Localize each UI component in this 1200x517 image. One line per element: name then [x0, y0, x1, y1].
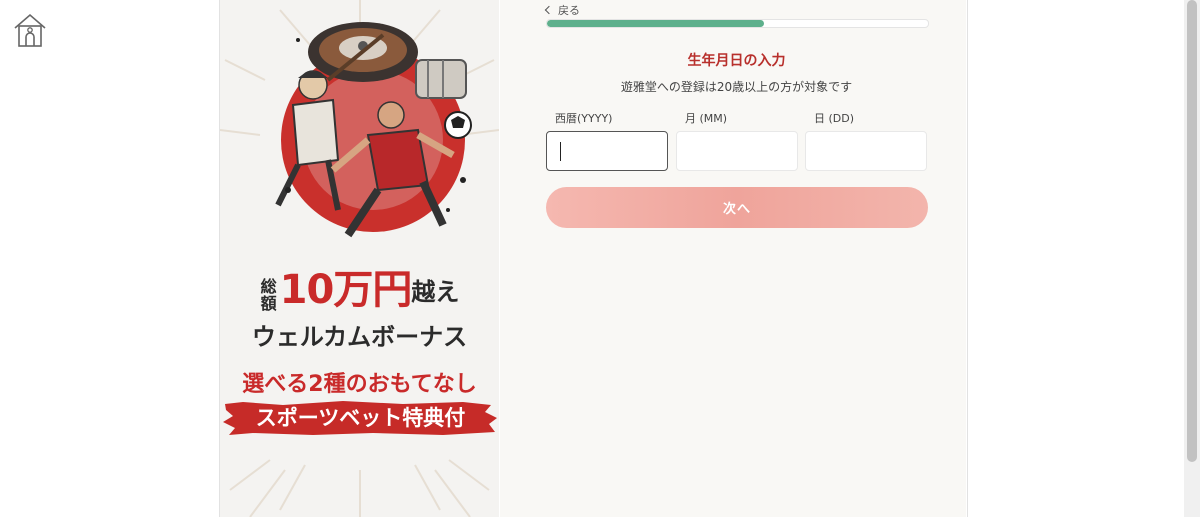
page-scrollbar[interactable] — [1184, 0, 1200, 517]
progress-fill — [547, 20, 765, 27]
house-icon[interactable] — [12, 12, 48, 48]
bonus-amount: 10万円 — [279, 267, 413, 313]
signup-frame: 総額 10万円越え ウェルカムボーナス 選べる2種のおもてなし スポーツベット特… — [219, 0, 968, 517]
month-input-box — [676, 131, 798, 171]
form-subtitle: 遊雅堂への登録は20歳以上の方が対象です — [620, 80, 853, 94]
year-input-box — [546, 131, 668, 171]
bonus-headline: 総額 10万円越え — [220, 268, 499, 312]
day-label: 日 (DD) — [814, 112, 855, 125]
welcome-bonus-text: ウェルカムボーナス — [251, 323, 468, 351]
month-label: 月 (MM) — [685, 112, 728, 125]
year-label: 西暦(YYYY) — [555, 112, 613, 125]
scrollbar-thumb[interactable] — [1187, 0, 1197, 462]
back-link[interactable]: 戻る — [544, 2, 580, 18]
text-caret — [560, 142, 561, 161]
year-field: 西暦(YYYY) — [546, 110, 668, 171]
month-field: 月 (MM) — [676, 110, 798, 171]
birthdate-form: 戻る 生年月日の入力 遊雅堂への登録は20歳以上の方が対象です 西暦(YYYY)… — [500, 0, 966, 517]
bonus-total-label: 総額 — [260, 277, 277, 313]
month-input[interactable] — [677, 132, 797, 170]
chevron-left-icon — [544, 5, 554, 15]
form-title: 生年月日の入力 — [687, 53, 786, 69]
sports-bet-bonus-text: スポーツベット特典付 — [255, 406, 466, 430]
year-input[interactable] — [547, 132, 667, 170]
sports-casino-illustration — [275, 22, 472, 238]
day-field: 日 (DD) — [805, 110, 927, 171]
day-input-box — [805, 131, 927, 171]
next-button[interactable]: 次へ — [546, 187, 928, 228]
progress-bar — [546, 19, 929, 28]
back-label: 戻る — [558, 4, 580, 17]
choice-text: 選べる2種のおもてなし — [242, 372, 477, 397]
bonus-suffix: 越え — [411, 278, 460, 306]
promo-banner: 総額 10万円越え ウェルカムボーナス 選べる2種のおもてなし スポーツベット特… — [220, 0, 499, 517]
day-input[interactable] — [806, 132, 926, 170]
